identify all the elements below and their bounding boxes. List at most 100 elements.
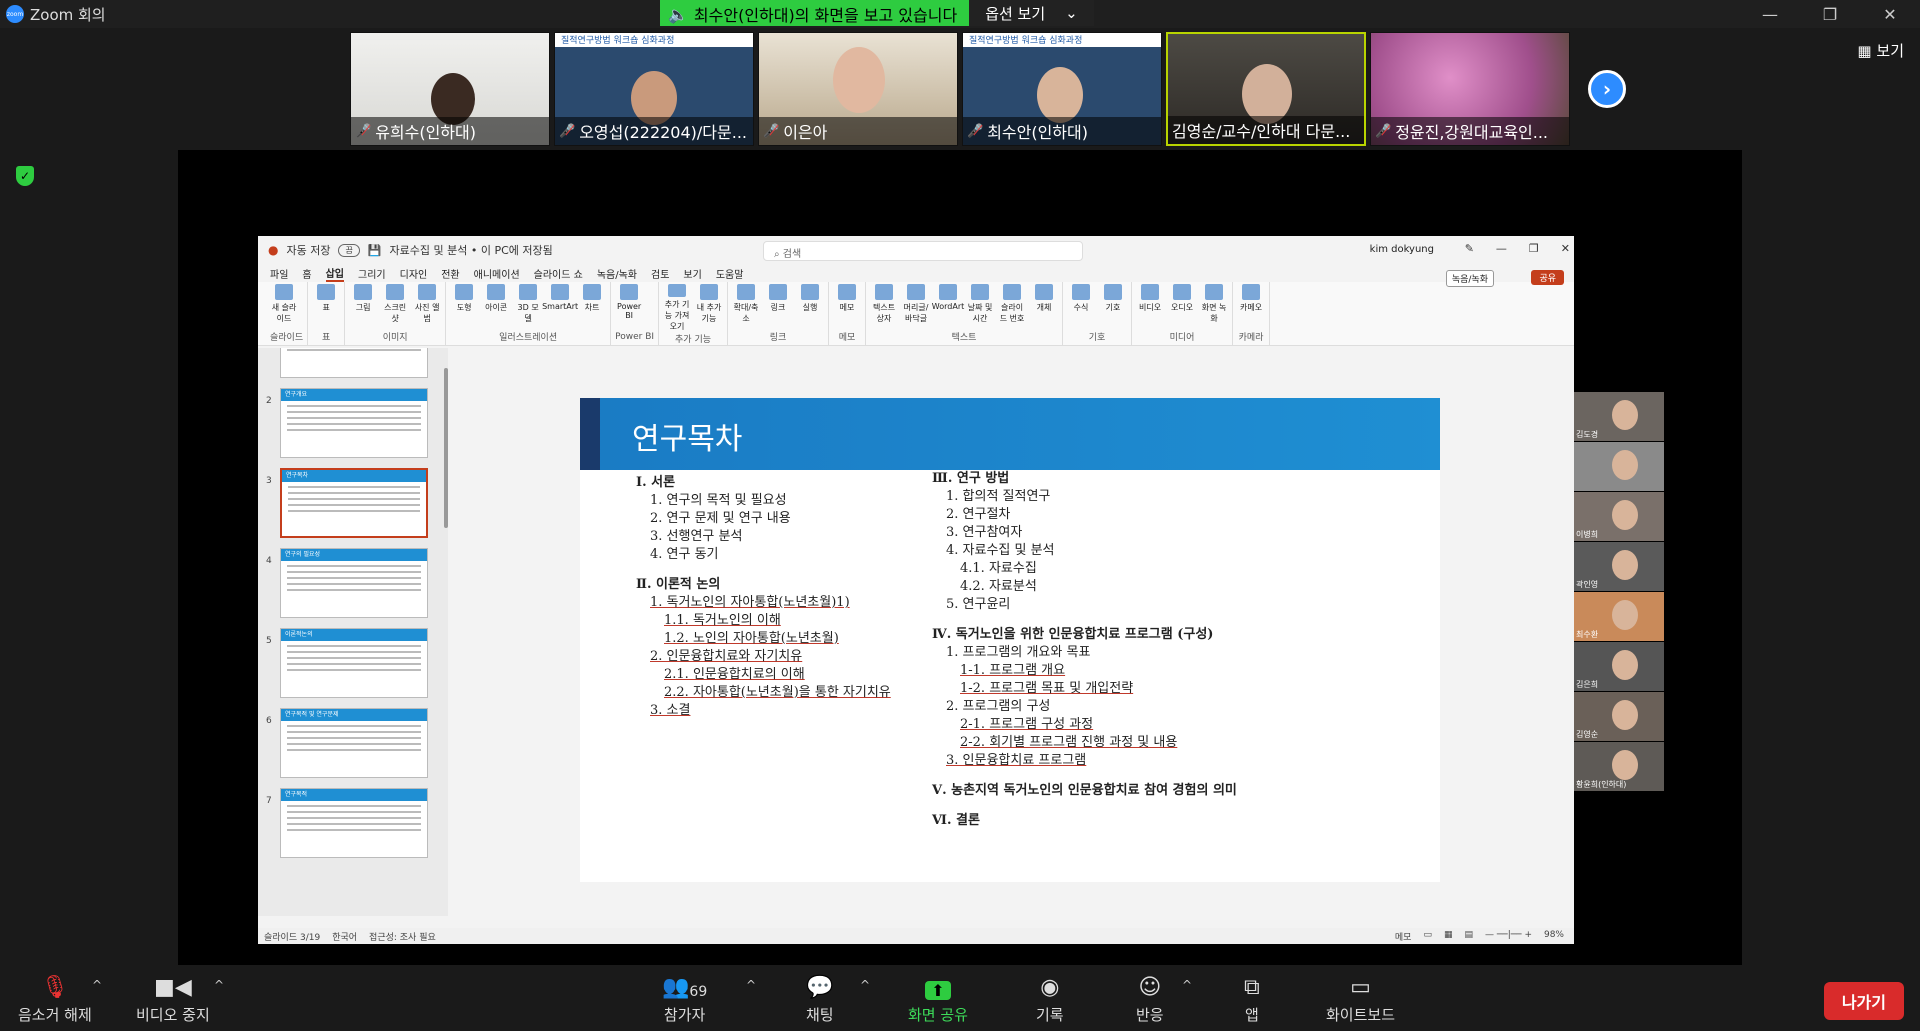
- ribbon-button[interactable]: 아이콘: [482, 284, 510, 330]
- ribbon-button[interactable]: 카메오: [1237, 284, 1265, 330]
- reading-view-icon[interactable]: ▤: [1465, 930, 1474, 943]
- ribbon-button[interactable]: Power BI: [615, 284, 643, 332]
- ribbon-tab[interactable]: 홈: [302, 266, 311, 281]
- ppt-share-button[interactable]: 공유: [1531, 270, 1564, 285]
- ribbon-tab[interactable]: 디자인: [400, 266, 428, 281]
- ribbon-button[interactable]: 날짜 및 시간: [966, 284, 994, 330]
- side-participant-tile[interactable]: 최수환: [1574, 592, 1664, 641]
- ribbon-button[interactable]: 메모: [833, 284, 861, 330]
- ribbon-button[interactable]: 도형: [450, 284, 478, 330]
- side-participant-tile[interactable]: 이병희: [1574, 492, 1664, 541]
- stop-video-button[interactable]: ■◀ 비디오 중지: [136, 966, 210, 1025]
- ribbon-tab[interactable]: 보기: [683, 266, 701, 281]
- minimize-icon[interactable]: —: [1496, 242, 1507, 255]
- ribbon-button[interactable]: 확대/축소: [732, 284, 760, 330]
- participant-tile[interactable]: 질적연구방법 워크숍 심화과정 🎤̸ 오영섭(222204)/다문...: [554, 32, 754, 146]
- close-icon[interactable]: ✕: [1860, 0, 1920, 28]
- user-name[interactable]: kim dokyung: [1370, 244, 1434, 255]
- apps-button[interactable]: ⧉ 앱: [1244, 966, 1260, 1025]
- share-screen-button[interactable]: ⬆ 화면 공유: [908, 966, 968, 1025]
- restore-icon[interactable]: ❐: [1529, 242, 1539, 255]
- minimize-icon[interactable]: —: [1740, 0, 1800, 28]
- record-button[interactable]: ◉ 기록: [1036, 966, 1064, 1025]
- ribbon-tab[interactable]: 파일: [270, 266, 288, 281]
- accessibility-status[interactable]: 접근성: 조사 필요: [369, 930, 436, 943]
- zoom-level[interactable]: 98%: [1544, 930, 1564, 943]
- video-options-caret-icon[interactable]: ^: [214, 978, 224, 992]
- sorter-view-icon[interactable]: ▦: [1444, 930, 1453, 943]
- side-participant-tile[interactable]: 김도경: [1574, 392, 1664, 441]
- current-slide[interactable]: 연구목차 Ⅰ. 서론 1. 연구의 목적 및 필요성 2. 연구 문제 및 연구 내…: [580, 398, 1440, 882]
- side-participant-tile[interactable]: [1574, 442, 1664, 491]
- reactions-button[interactable]: ☺ 반응: [1136, 966, 1164, 1025]
- pen-icon[interactable]: ✎: [1465, 242, 1474, 255]
- slide-thumbnail[interactable]: 연구목적 및 연구문제: [280, 708, 428, 778]
- chat-caret-icon[interactable]: ^: [860, 978, 870, 992]
- ribbon-button[interactable]: 오디오: [1168, 284, 1196, 330]
- zoom-slider[interactable]: — ──|── +: [1485, 930, 1532, 943]
- security-shield-icon[interactable]: ✓: [16, 166, 34, 186]
- ribbon-button[interactable]: 스크린샷: [381, 284, 409, 330]
- view-button[interactable]: ▦ 보기: [1857, 40, 1904, 61]
- audio-options-caret-icon[interactable]: ^: [92, 978, 102, 992]
- ribbon-button[interactable]: 수식: [1067, 284, 1095, 330]
- ribbon-button[interactable]: 비디오: [1136, 284, 1164, 330]
- file-title[interactable]: 자료수집 및 분석 • 이 PC에 저장됨: [390, 242, 553, 258]
- chat-button[interactable]: 💬 채팅: [806, 966, 834, 1025]
- participant-tile[interactable]: 🎤̸ 정윤진,강원대교육인...: [1370, 32, 1570, 146]
- ribbon-tab[interactable]: 삽입: [325, 265, 345, 282]
- record-button[interactable]: 녹음/녹화: [1445, 270, 1494, 287]
- gallery-next-icon[interactable]: ›: [1588, 70, 1626, 108]
- ribbon-tab[interactable]: 애니메이션: [474, 266, 520, 281]
- ribbon-button[interactable]: 추가 기능 가져오기: [663, 284, 691, 332]
- ribbon-button[interactable]: 표: [312, 284, 340, 330]
- ribbon-button[interactable]: 화면 녹화: [1200, 284, 1228, 330]
- ribbon-tab[interactable]: 녹음/녹화: [597, 266, 637, 281]
- ribbon-button[interactable]: 텍스트 상자: [870, 284, 898, 330]
- slide-thumbnail[interactable]: 연구목적: [280, 788, 428, 858]
- slide-thumbnail[interactable]: 연구목차: [280, 468, 428, 538]
- notes-button[interactable]: 메모: [1395, 930, 1412, 943]
- reactions-caret-icon[interactable]: ^: [1182, 978, 1192, 992]
- autosave-toggle[interactable]: 끔: [338, 243, 360, 257]
- normal-view-icon[interactable]: ▭: [1423, 930, 1432, 943]
- ribbon-button[interactable]: WordArt: [932, 284, 964, 330]
- ribbon-button[interactable]: 새 슬라이드: [270, 284, 298, 330]
- slide-thumbnail[interactable]: 이론적논의: [280, 628, 428, 698]
- side-participant-tile[interactable]: 곽인영: [1574, 542, 1664, 591]
- search-input[interactable]: ⌕ 검색: [763, 241, 1083, 261]
- thumbnail-scrollbar[interactable]: [444, 348, 450, 916]
- ribbon-tab[interactable]: 검토: [651, 266, 669, 281]
- ribbon-tab[interactable]: 도움말: [716, 266, 744, 281]
- save-icon[interactable]: 💾: [368, 244, 382, 257]
- ribbon-button[interactable]: 내 추가 기능: [695, 284, 723, 332]
- close-icon[interactable]: ✕: [1561, 242, 1570, 255]
- ribbon-tab[interactable]: 슬라이드 쇼: [534, 266, 583, 281]
- ribbon-button[interactable]: 슬라이드 번호: [998, 284, 1026, 330]
- ribbon-button[interactable]: 차트: [578, 284, 606, 330]
- ribbon-button[interactable]: SmartArt: [542, 284, 578, 330]
- ribbon-button[interactable]: 머리글/바닥글: [902, 284, 930, 330]
- language-indicator[interactable]: 한국어: [332, 930, 357, 943]
- restore-icon[interactable]: ❐: [1800, 0, 1860, 28]
- leave-button[interactable]: 나가기: [1823, 982, 1904, 1020]
- participant-tile[interactable]: 질적연구방법 워크숍 심화과정 🎤̸ 최수안(인하대): [962, 32, 1162, 146]
- view-options-button[interactable]: 옵션 보기 ⌄: [969, 0, 1094, 26]
- slide-thumbnail[interactable]: 연구개요: [280, 388, 428, 458]
- ribbon-button[interactable]: 링크: [764, 284, 792, 330]
- ribbon-tab[interactable]: 그리기: [358, 266, 386, 281]
- ribbon-button[interactable]: 3D 모델: [514, 284, 542, 330]
- participant-tile[interactable]: 🎤̸ 이은아: [758, 32, 958, 146]
- unmute-button[interactable]: 🎙 음소거 해제: [18, 966, 92, 1025]
- participants-button[interactable]: 👥 69 참가자: [662, 966, 707, 1025]
- participant-tile[interactable]: 🎤̸ 유희수(인하대): [350, 32, 550, 146]
- ribbon-button[interactable]: 실행: [796, 284, 824, 330]
- side-participant-tile[interactable]: 김영순: [1574, 692, 1664, 741]
- ribbon-button[interactable]: 개체: [1030, 284, 1058, 330]
- participant-tile-active-speaker[interactable]: 김영순/교수/인하대 다문...: [1166, 32, 1366, 146]
- slide-thumbnail[interactable]: 연구의 필요성: [280, 548, 428, 618]
- slide-thumbnail[interactable]: 자료수집 및 분석 진행사항: [280, 348, 428, 378]
- whiteboard-button[interactable]: ▭ 화이트보드: [1326, 966, 1395, 1025]
- ribbon-tab[interactable]: 전환: [441, 266, 459, 281]
- ribbon-button[interactable]: 그림: [349, 284, 377, 330]
